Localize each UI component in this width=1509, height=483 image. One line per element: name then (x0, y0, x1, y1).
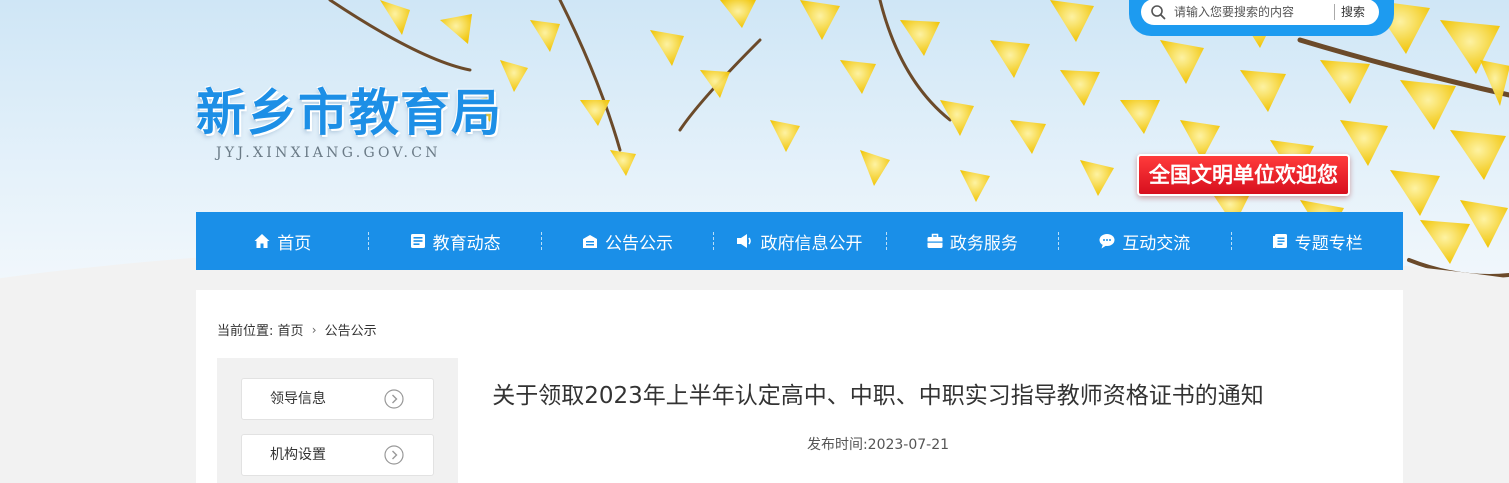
breadcrumb-announcements-link[interactable]: 公告公示 (325, 324, 377, 339)
breadcrumb-separator: › (311, 322, 317, 337)
nav-item-government-info[interactable]: 政府信息公开 (713, 212, 885, 270)
chat-icon (1099, 234, 1115, 249)
breadcrumb-prefix: 当前位置: (217, 324, 274, 339)
nav-item-label: 互动交流 (1122, 233, 1191, 254)
site-title: 新乡市教育局 (196, 84, 502, 142)
circle-arrow-right-icon (384, 389, 404, 409)
site-logo[interactable]: 新乡市教育局 JYJ.XINXIANG.GOV.CN (196, 83, 502, 161)
sidebar-item-organization[interactable]: 机构设置 (241, 434, 434, 476)
sidebar-item-label: 领导信息 (270, 391, 326, 407)
circle-arrow-right-icon (384, 445, 404, 465)
site-domain: JYJ.XINXIANG.GOV.CN (216, 145, 441, 161)
content-area: 当前位置: 首页 › 公告公示 领导信息 机构设置 关于领取2023年上半年认定… (196, 290, 1403, 483)
nav-item-label: 政务服务 (949, 233, 1018, 254)
notice-icon (583, 235, 598, 248)
megaphone-icon (737, 234, 752, 248)
sidebar-item-leadership[interactable]: 领导信息 (241, 378, 434, 420)
nav-item-government-services[interactable]: 政务服务 (885, 212, 1058, 270)
nav-item-home[interactable]: 首页 (196, 212, 368, 270)
nav-item-education-news[interactable]: 教育动态 (368, 212, 540, 270)
search-box: 搜索 (1141, 0, 1379, 25)
search-divider (1334, 4, 1335, 20)
breadcrumb-home-link[interactable]: 首页 (278, 324, 304, 339)
nav-item-label: 首页 (277, 233, 312, 254)
civilized-unit-badge: 全国文明单位欢迎您 (1137, 154, 1350, 196)
news-icon (410, 234, 425, 248)
search-input[interactable] (1174, 2, 1324, 22)
nav-item-announcements[interactable]: 公告公示 (540, 212, 713, 270)
main-nav: 首页 教育动态 公告公示 政府信息公开 政务服务 互动交流 专题专栏 (196, 212, 1403, 270)
nav-item-special-topics[interactable]: 专题专栏 (1230, 212, 1403, 270)
sidebar: 领导信息 机构设置 (217, 358, 458, 483)
column-icon (1272, 234, 1287, 248)
nav-item-label: 政府信息公开 (760, 233, 863, 254)
nav-item-label: 公告公示 (605, 233, 674, 254)
home-icon (254, 234, 270, 248)
publish-label: 发布时间: (806, 437, 868, 453)
publish-date: 2023-07-21 (867, 437, 950, 453)
briefcase-icon (927, 233, 943, 248)
search-icon (1151, 5, 1166, 20)
publish-info: 发布时间:2023-07-21 (458, 434, 1298, 454)
sidebar-item-label: 机构设置 (270, 447, 326, 463)
nav-item-label: 教育动态 (432, 233, 501, 254)
breadcrumb: 当前位置: 首页 › 公告公示 (217, 320, 377, 340)
search-bar: 搜索 (1129, 0, 1394, 36)
nav-item-label: 专题专栏 (1294, 233, 1363, 254)
search-button[interactable]: 搜索 (1341, 0, 1365, 25)
nav-item-interaction[interactable]: 互动交流 (1058, 212, 1230, 270)
article-title: 关于领取2023年上半年认定高中、中职、中职实习指导教师资格证书的通知 (492, 383, 1264, 409)
